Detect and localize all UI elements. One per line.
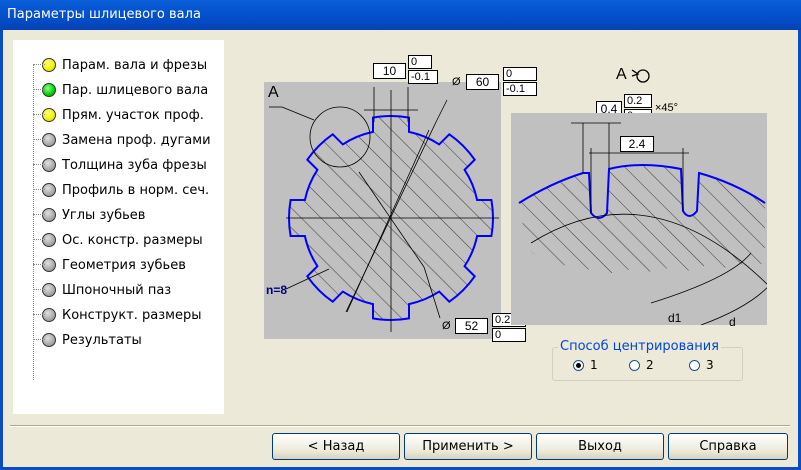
radio-label: 3	[706, 358, 714, 372]
tree-item-label: Шпоночный паз	[62, 282, 172, 298]
tree-item-arc-replacement[interactable]: Замена проф. дугами	[31, 130, 211, 150]
gray-dot-icon	[42, 183, 56, 197]
tree-item-label: Прям. участок проф.	[62, 107, 204, 123]
tooth-width-field[interactable]: 10	[373, 63, 406, 79]
exit-button[interactable]: Выход	[536, 433, 664, 460]
gray-dot-icon	[42, 308, 56, 322]
tree-item-main-design-dims[interactable]: Ос. констр. размеры	[31, 230, 203, 250]
inner-diameter-tol-lower-field[interactable]: 0	[492, 328, 526, 342]
gray-dot-icon	[42, 283, 56, 297]
slot-width-field[interactable]: 2.4	[620, 136, 654, 152]
tree-item-label: Геометрия зубьев	[62, 257, 186, 273]
outer-diameter-symbol: Ø	[452, 76, 461, 88]
tree-item-tooth-geometry[interactable]: Геометрия зубьев	[31, 255, 186, 275]
d1-label: d1	[668, 311, 682, 325]
detail-section	[519, 165, 765, 273]
tree-item-spline-shaft-params[interactable]: Пар. шлицевого вала	[31, 80, 208, 100]
outer-diameter-tol-upper-field[interactable]: 0	[503, 67, 537, 81]
yellow-dot-icon	[42, 58, 56, 72]
tooth-width-tol-upper-field[interactable]: 0	[408, 55, 432, 69]
back-button[interactable]: < Назад	[272, 433, 400, 460]
outer-diameter-field[interactable]: 60	[466, 74, 499, 90]
window-title: Параметры шлицевого вала	[0, 0, 801, 30]
tree-item-label: Конструкт. размеры	[62, 307, 202, 323]
gray-dot-icon	[42, 208, 56, 222]
tree-item-normal-section-profile[interactable]: Профиль в норм. сеч.	[31, 180, 209, 200]
centering-option-3[interactable]: 3	[689, 358, 714, 372]
tree-item-label: Парам. вала и фрезы	[62, 57, 208, 73]
tree-item-label: Углы зубьев	[62, 207, 146, 223]
gray-dot-icon	[42, 258, 56, 272]
help-button[interactable]: Справка	[668, 433, 788, 460]
tree-item-label: Результаты	[62, 332, 142, 348]
tree-item-label: Профиль в норм. сеч.	[62, 182, 210, 198]
radio-unchecked-icon	[629, 359, 640, 371]
bottom-separator	[10, 425, 790, 427]
inner-diameter-field[interactable]: 52	[455, 318, 488, 334]
radio-unchecked-icon	[689, 359, 700, 371]
gray-dot-icon	[42, 133, 56, 147]
tree-item-keyway[interactable]: Шпоночный паз	[31, 280, 171, 300]
tree-item-label: Пар. шлицевого вала	[62, 82, 209, 98]
tree-item-label: Ос. констр. размеры	[62, 232, 203, 248]
tree-item-shaft-cutter-params[interactable]: Парам. вала и фрезы	[31, 55, 207, 75]
tree-item-tooth-angles[interactable]: Углы зубьев	[31, 205, 145, 225]
spline-section-svg	[269, 87, 499, 332]
gray-dot-icon	[42, 333, 56, 347]
gray-dot-icon	[42, 233, 56, 247]
gray-dot-icon	[42, 158, 56, 172]
green-dot-icon	[42, 83, 56, 97]
centering-group-title: Способ центрирования	[558, 339, 722, 354]
tree-item-straight-profile[interactable]: Прям. участок проф.	[31, 105, 204, 125]
apply-button[interactable]: Применить >	[404, 433, 532, 460]
centering-option-2[interactable]: 2	[629, 358, 654, 372]
tree-item-label: Замена проф. дугами	[62, 132, 211, 148]
tree-item-label: Толщина зуба фрезы	[62, 157, 207, 173]
tree-item-results[interactable]: Результаты	[31, 330, 142, 350]
rotate-view-icon	[631, 69, 650, 83]
inner-diameter-symbol: Ø	[442, 320, 451, 332]
centering-option-1[interactable]: 1	[573, 358, 598, 372]
radio-label: 2	[646, 358, 654, 372]
tree-item-design-dims[interactable]: Конструкт. размеры	[31, 305, 202, 325]
teeth-count-label: n=8	[266, 283, 288, 297]
chamfer-tol-upper-field[interactable]: 0.2	[624, 94, 652, 108]
tooth-width-tol-lower-field[interactable]: -0.1	[408, 70, 438, 84]
spline-section-drawing: A n=8	[264, 82, 501, 339]
detail-view-label: A	[616, 66, 627, 83]
d-label: d	[729, 315, 736, 329]
steps-tree: Парам. вала и фрезы Пар. шлицевого вала …	[13, 40, 224, 414]
radio-label: 1	[590, 358, 598, 372]
section-view-label: A	[268, 84, 279, 101]
outer-diameter-tol-lower-field[interactable]: -0.1	[503, 82, 537, 96]
yellow-dot-icon	[42, 108, 56, 122]
tree-item-cutter-tooth-thickness[interactable]: Толщина зуба фрезы	[31, 155, 207, 175]
radio-checked-icon	[573, 359, 584, 371]
